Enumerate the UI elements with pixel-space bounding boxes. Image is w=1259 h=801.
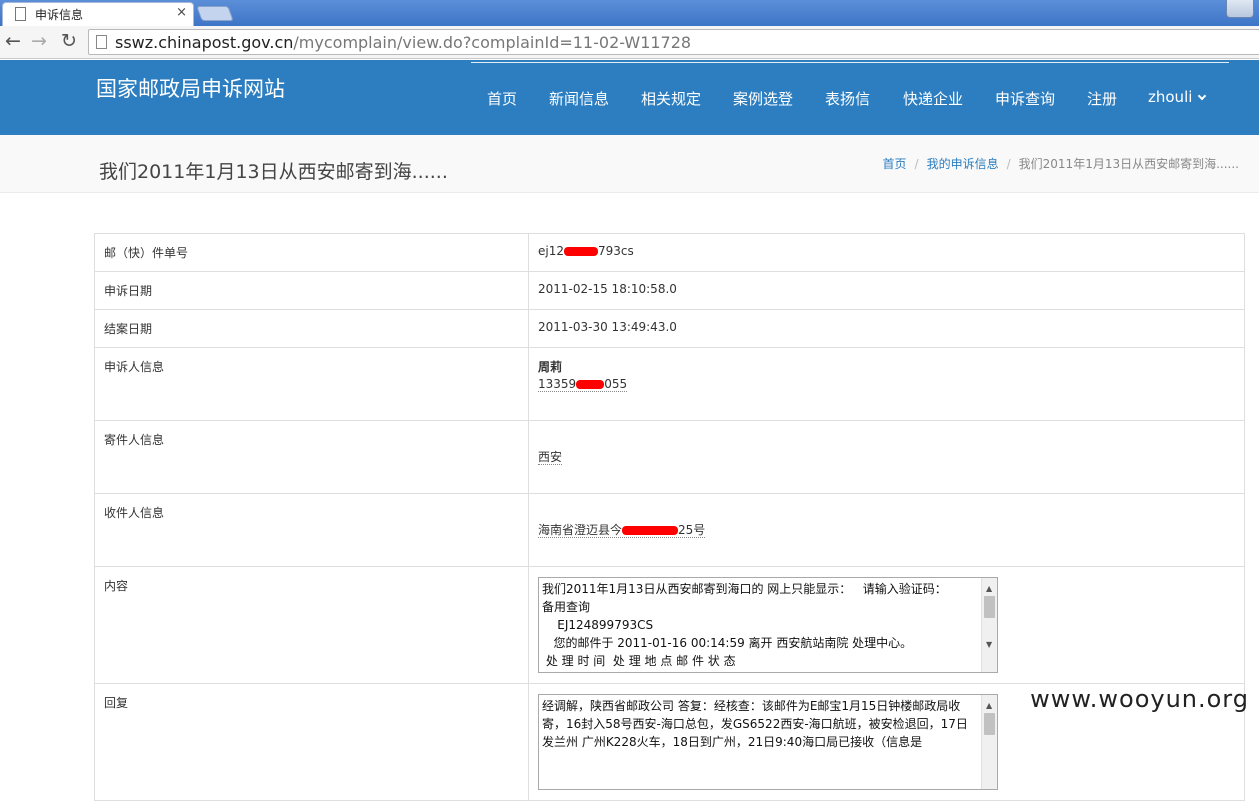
nav-query[interactable]: 申诉查询 — [995, 88, 1055, 109]
tab-title: 申诉信息 — [35, 6, 83, 23]
scrollbar[interactable]: ▲▼ — [981, 578, 997, 672]
field-label: 申诉人信息 — [95, 348, 529, 421]
breadcrumb: 首页 / 我的申诉信息 / 我们2011年1月13日从西安邮寄到海...... — [883, 155, 1239, 172]
chevron-down-icon — [1198, 92, 1206, 100]
nav-cases[interactable]: 案例选登 — [733, 88, 793, 109]
scrollbar[interactable]: ▲ — [981, 695, 997, 789]
complaint-detail-table: 邮（快）件单号 ej12793cs 申诉日期 2011-02-15 18:10:… — [94, 233, 1245, 801]
complainant-name: 周莉 — [538, 358, 1235, 375]
nav-praise[interactable]: 表扬信 — [825, 88, 870, 109]
browser-tab-strip: 申诉信息 × — [0, 0, 1259, 26]
forward-arrow-icon[interactable]: → — [28, 30, 50, 52]
nav-user-menu[interactable]: zhouli — [1148, 88, 1205, 106]
table-row: 邮（快）件单号 ej12793cs — [95, 234, 1245, 272]
field-label: 内容 — [95, 567, 529, 684]
closed-date: 2011-03-30 13:49:43.0 — [529, 310, 1245, 348]
sender-info: 西安 — [529, 421, 1245, 494]
site-logo[interactable]: 国家邮政局申诉网站 — [96, 73, 285, 103]
tracking-number: ej12793cs — [529, 234, 1245, 272]
title-bar: 我们2011年1月13日从西安邮寄到海...... 首页 / 我的申诉信息 / 我们20… — [0, 135, 1259, 193]
nav-news[interactable]: 新闻信息 — [549, 88, 609, 109]
table-row: 内容 我们2011年1月13日从西安邮寄到海口的 网上只能显示： 请输入验证码：… — [95, 567, 1245, 684]
recipient-info: 海南省澄迈县今25号 — [529, 494, 1245, 567]
scroll-thumb[interactable] — [984, 596, 995, 618]
breadcrumb-home[interactable]: 首页 — [883, 157, 907, 171]
field-label: 邮（快）件单号 — [95, 234, 529, 272]
field-label: 结案日期 — [95, 310, 529, 348]
browser-toolbar: ← → ↻ sswz.chinapost.gov.cn/mycomplain/v… — [0, 26, 1259, 59]
field-label: 回复 — [95, 684, 529, 801]
nav-regulations[interactable]: 相关规定 — [641, 88, 701, 109]
user-name: zhouli — [1148, 88, 1192, 106]
address-bar[interactable]: sswz.chinapost.gov.cn/mycomplain/view.do… — [88, 29, 1259, 55]
new-tab-button[interactable] — [196, 6, 233, 21]
breadcrumb-separator: / — [1007, 157, 1011, 171]
url-text[interactable]: sswz.chinapost.gov.cn/mycomplain/view.do… — [115, 33, 691, 52]
nav-register[interactable]: 注册 — [1087, 88, 1117, 109]
redaction-mark — [576, 380, 604, 389]
complainant-info: 周莉 13359055 — [529, 348, 1245, 421]
complainant-phone: 13359055 — [538, 377, 627, 392]
reply-textarea[interactable]: 经调解，陕西省邮政公司 答复：经核查：该邮件为E邮宝1月15日钟楼邮政局收寄，1… — [538, 694, 998, 790]
reload-icon[interactable]: ↻ — [58, 30, 80, 52]
field-label: 申诉日期 — [95, 272, 529, 310]
field-label: 寄件人信息 — [95, 421, 529, 494]
page-title: 我们2011年1月13日从西安邮寄到海...... — [99, 157, 448, 184]
field-label: 收件人信息 — [95, 494, 529, 567]
breadcrumb-current: 我们2011年1月13日从西安邮寄到海...... — [1019, 157, 1239, 171]
breadcrumb-separator: / — [915, 157, 919, 171]
watermark: www.wooyun.org — [1030, 685, 1249, 713]
page-icon — [96, 35, 107, 49]
back-arrow-icon[interactable]: ← — [2, 30, 24, 52]
table-row: 结案日期 2011-03-30 13:49:43.0 — [95, 310, 1245, 348]
close-tab-icon[interactable]: × — [176, 5, 187, 20]
document-icon — [15, 7, 26, 21]
recipient-address: 海南省澄迈县今25号 — [538, 523, 705, 538]
browser-tab[interactable]: 申诉信息 × — [2, 2, 194, 26]
nav-express[interactable]: 快递企业 — [903, 88, 963, 109]
redaction-mark — [622, 526, 678, 535]
nav-home[interactable]: 首页 — [487, 88, 517, 109]
table-row: 申诉日期 2011-02-15 18:10:58.0 — [95, 272, 1245, 310]
scroll-down-icon[interactable]: ▼ — [986, 636, 992, 654]
content-textarea[interactable]: 我们2011年1月13日从西安邮寄到海口的 网上只能显示： 请输入验证码： 备用… — [538, 577, 998, 673]
sender-address: 西安 — [538, 450, 562, 465]
scroll-thumb[interactable] — [984, 713, 995, 735]
table-row: 寄件人信息 西安 — [95, 421, 1245, 494]
complaint-date: 2011-02-15 18:10:58.0 — [529, 272, 1245, 310]
table-row: 收件人信息 海南省澄迈县今25号 — [95, 494, 1245, 567]
site-header: 国家邮政局申诉网站 首页 新闻信息 相关规定 案例选登 表扬信 快递企业 申诉查… — [0, 60, 1259, 135]
breadcrumb-my-complaints[interactable]: 我的申诉信息 — [927, 157, 999, 171]
window-control-button[interactable] — [1226, 0, 1254, 18]
content-cell: 我们2011年1月13日从西安邮寄到海口的 网上只能显示： 请输入验证码： 备用… — [529, 567, 1245, 684]
redaction-mark — [564, 247, 598, 256]
table-row: 申诉人信息 周莉 13359055 — [95, 348, 1245, 421]
nav-divider — [471, 62, 1229, 63]
